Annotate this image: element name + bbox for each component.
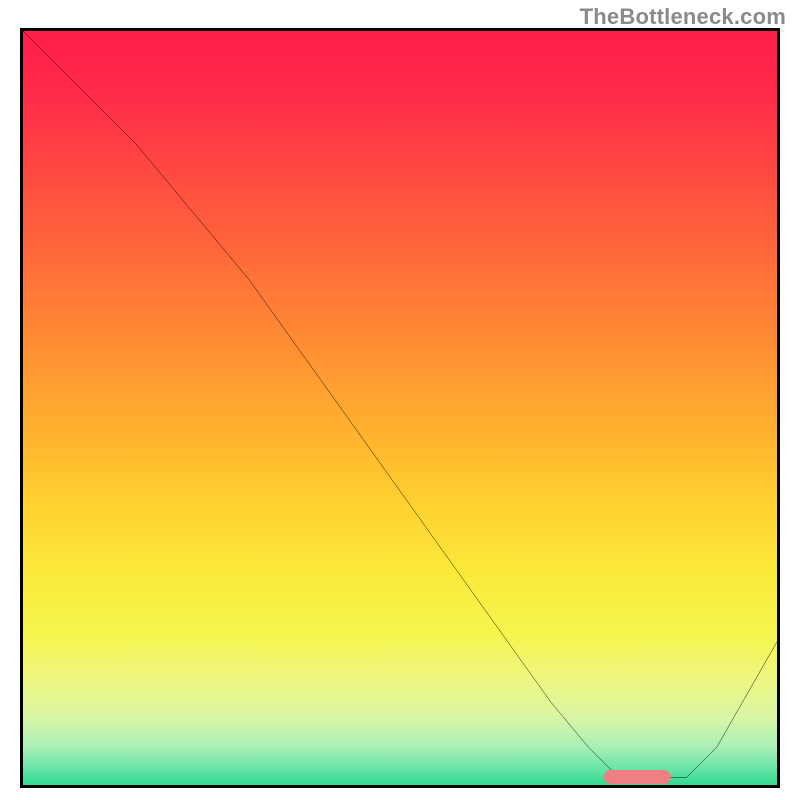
figure-container: TheBottleneck.com xyxy=(0,0,800,800)
bottleneck-curve xyxy=(23,31,777,785)
watermark-label: TheBottleneck.com xyxy=(580,4,786,30)
plot-area xyxy=(20,28,780,788)
optimal-range-marker xyxy=(604,770,672,784)
